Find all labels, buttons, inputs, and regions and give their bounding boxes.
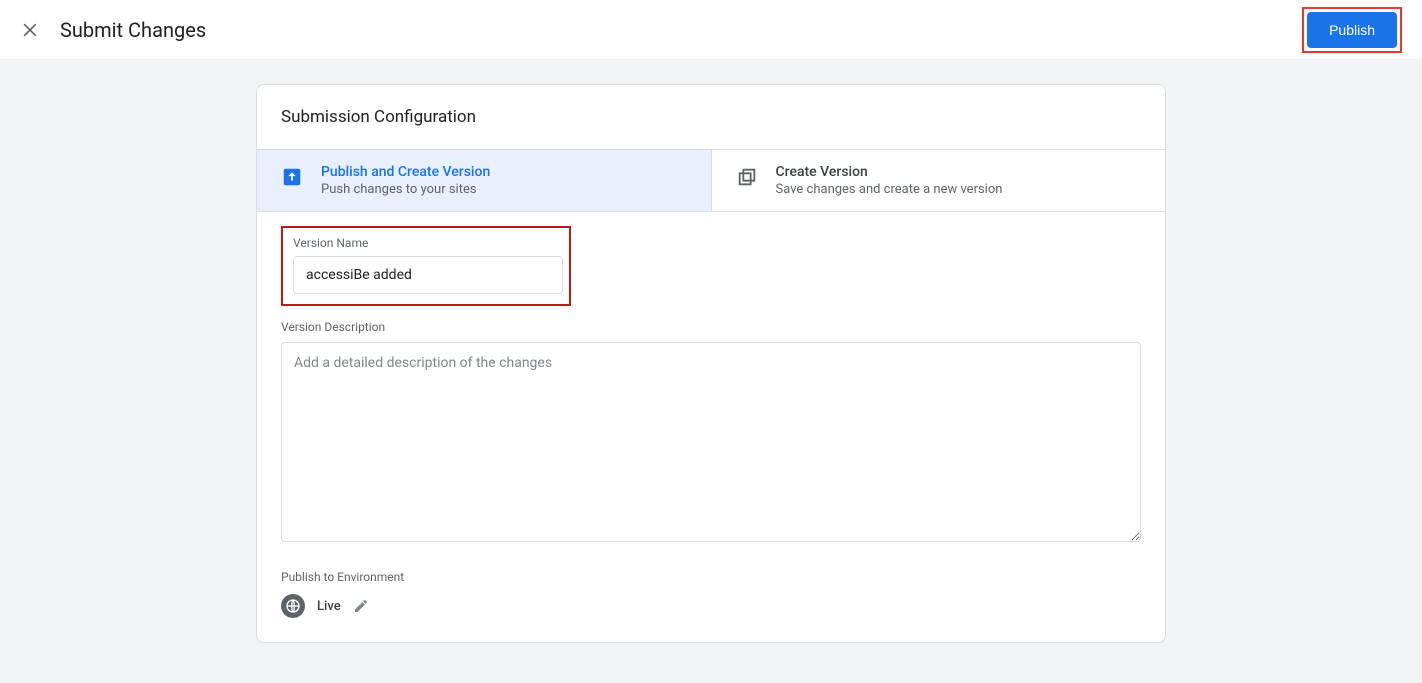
main: Submission Configuration Publish and Cre… — [0, 60, 1422, 683]
topbar-left: Submit Changes — [20, 18, 206, 42]
version-name-input[interactable] — [293, 256, 563, 294]
edit-icon[interactable] — [353, 598, 369, 614]
close-icon[interactable] — [20, 20, 40, 40]
submission-card: Submission Configuration Publish and Cre… — [256, 84, 1166, 643]
tabs: Publish and Create Version Push changes … — [257, 149, 1165, 212]
tab-create-version[interactable]: Create Version Save changes and create a… — [712, 150, 1166, 211]
page-title: Submit Changes — [60, 18, 206, 42]
version-description-label: Version Description — [281, 320, 1141, 334]
copy-icon — [736, 166, 758, 188]
globe-icon — [281, 594, 305, 618]
publish-button[interactable]: Publish — [1307, 12, 1397, 48]
version-name-label: Version Name — [285, 236, 559, 250]
version-description-textarea[interactable] — [281, 342, 1141, 542]
publish-button-highlight: Publish — [1302, 7, 1402, 53]
form-section: Version Name Version Description Publish… — [257, 212, 1165, 642]
tab-publish-title: Publish and Create Version — [321, 164, 490, 180]
environment-name: Live — [317, 599, 341, 614]
version-name-highlight: Version Name — [281, 226, 571, 306]
card-title: Submission Configuration — [257, 85, 1165, 149]
tab-publish-create-version[interactable]: Publish and Create Version Push changes … — [257, 150, 712, 211]
publish-env-label: Publish to Environment — [281, 570, 1141, 584]
tab-publish-subtitle: Push changes to your sites — [321, 182, 490, 197]
upload-icon — [281, 166, 303, 188]
environment-row: Live — [281, 594, 1141, 618]
tab-create-subtitle: Save changes and create a new version — [776, 182, 1003, 197]
topbar: Submit Changes Publish — [0, 0, 1422, 60]
tab-create-title: Create Version — [776, 164, 1003, 180]
